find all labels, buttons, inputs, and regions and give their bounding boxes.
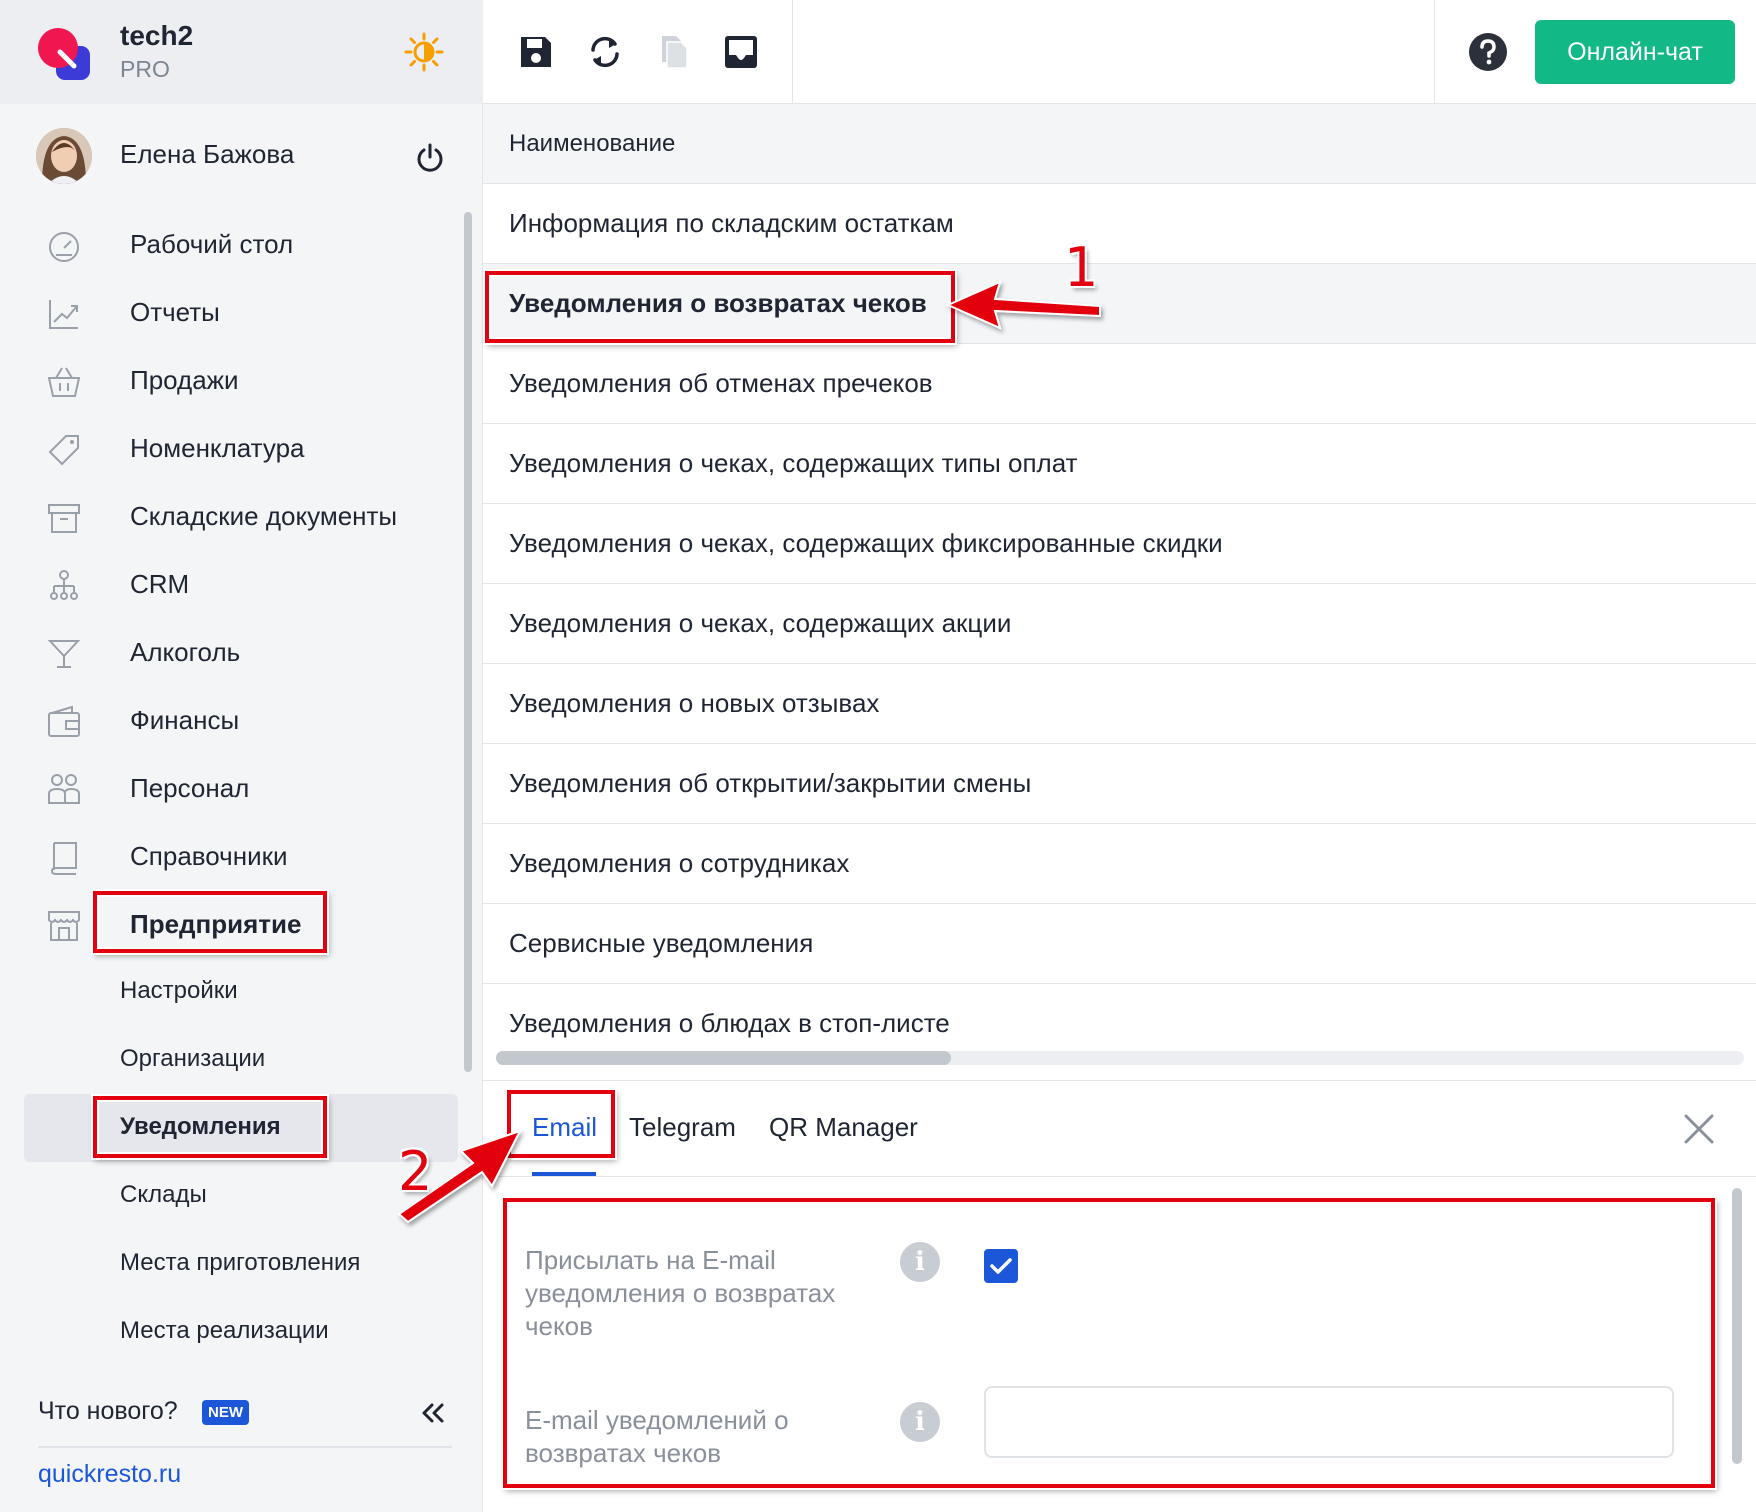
annotation-arrows [397,280,1101,1224]
callout-number-2: 2 [398,1140,433,1203]
callout-number-1: 1 [1064,236,1099,299]
